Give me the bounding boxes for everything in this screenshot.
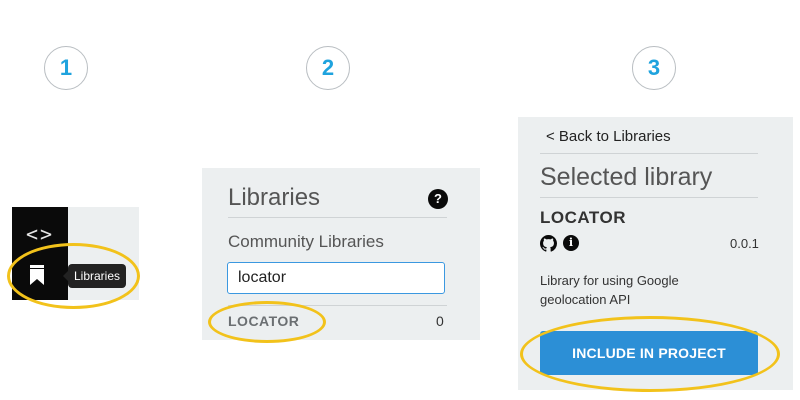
selected-library-panel: < Back to Libraries Selected library LOC… [518,117,793,390]
back-to-libraries-link[interactable]: < Back to Libraries [546,128,671,145]
library-version: 0.0.1 [730,236,759,251]
step-3-circle: 3 [632,46,676,90]
library-search-input[interactable] [227,262,445,294]
bookmark-icon[interactable] [30,265,44,285]
library-name: LOCATOR [540,208,626,227]
info-icon[interactable]: i [563,235,579,251]
step-2-circle: 2 [306,46,350,90]
library-result-count: 0 [436,313,444,329]
divider [540,197,758,198]
include-in-project-button[interactable]: INCLUDE IN PROJECT [540,331,758,375]
library-description: Library for using Google geolocation API [540,273,679,307]
divider [540,153,758,154]
community-libraries-heading: Community Libraries [228,232,384,251]
panel-title: Libraries [228,184,321,211]
question-icon[interactable]: ? [428,189,448,209]
divider [228,305,447,306]
divider [228,217,447,218]
library-result-locator[interactable]: LOCATOR [228,313,299,329]
sidebar [12,207,68,300]
code-icon[interactable]: <> [12,222,68,246]
libraries-tooltip: Libraries [62,264,127,288]
step-1-circle: 1 [44,46,88,90]
github-icon[interactable] [540,235,557,252]
libraries-panel: Libraries ? Community Libraries LOCATOR … [202,168,480,340]
panel-title: Selected library [540,163,713,191]
